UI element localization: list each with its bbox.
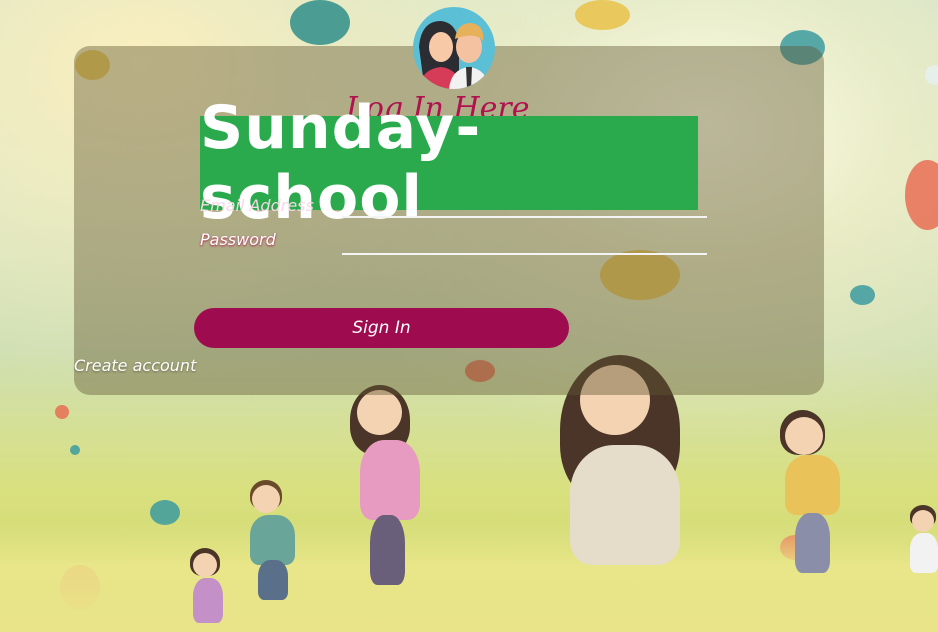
users-icon <box>413 7 495 89</box>
email-label: Email Address <box>200 198 314 212</box>
sign-in-button[interactable]: Sign In <box>194 308 569 348</box>
create-account-link[interactable]: Create account <box>74 356 196 375</box>
email-field[interactable] <box>342 194 707 218</box>
password-field[interactable] <box>342 231 707 255</box>
password-label: Password <box>200 230 276 249</box>
